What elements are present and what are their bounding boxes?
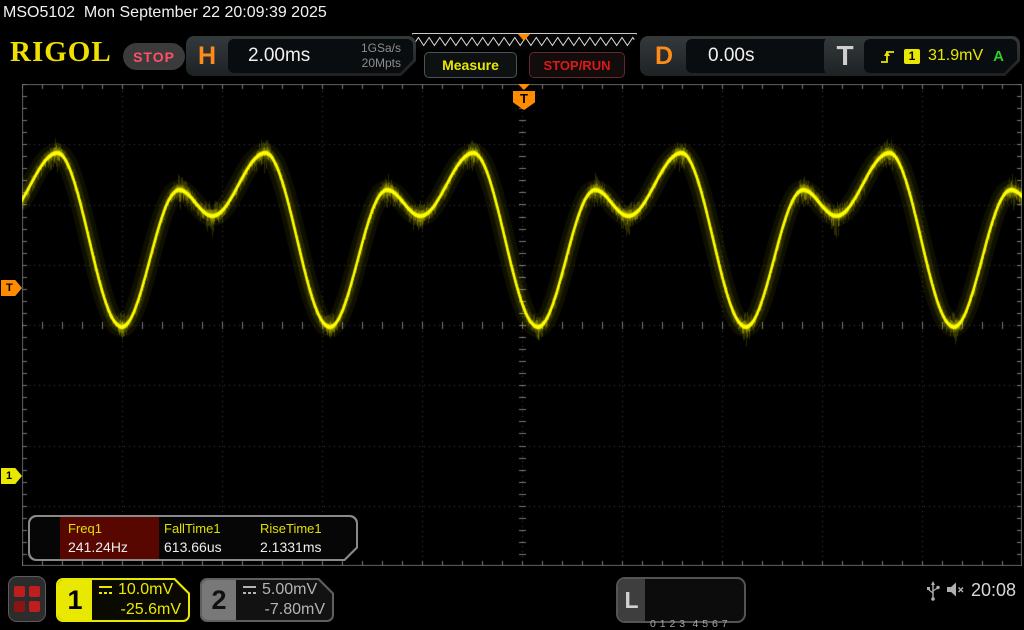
bottom-status-bar: 1 10.0mV -25.6mV 2 <box>0 566 1024 630</box>
preview-trigger-position-icon[interactable] <box>518 34 530 41</box>
measure-button-label: Measure <box>442 57 499 73</box>
rigol-logo: RIGOL <box>10 36 112 69</box>
delay-label: D <box>640 36 688 76</box>
channel2-scale: 5.00mV <box>262 581 317 599</box>
timebase-value: 2.00ms <box>248 45 310 67</box>
horizontal-panel-body: 2.00ms 1GSa/s 20Mpts <box>228 39 413 73</box>
model-and-datetime: MSO5102 Mon September 22 20:09:39 2025 <box>3 4 327 22</box>
digital-row-low: 0 1 2 3 4 5 6 7 <box>650 616 762 630</box>
measure-button[interactable]: Measure <box>424 52 517 78</box>
oscilloscope-screen: MSO5102 Mon September 22 20:09:39 2025 R… <box>0 0 1024 630</box>
logic-analyzer-badge[interactable]: L 0 1 2 3 4 5 6 7 8 9 10 11 12 13 14 15 <box>616 577 746 623</box>
channel1-scale: 10.0mV <box>118 581 173 599</box>
menu-grid-icon <box>14 586 25 597</box>
rising-edge-icon <box>880 47 896 65</box>
measurement-value: 613.66us <box>164 539 222 555</box>
menu-grid-icon <box>29 601 40 612</box>
measurement-results-body: Freq1 241.24Hz FallTime1 613.66us RiseTi… <box>30 517 356 559</box>
header-bar: RIGOL STOP H 2.00ms 1GSa/s 20Mpts Measur… <box>0 28 1024 84</box>
channel1-number-tab[interactable]: 1 <box>58 580 92 620</box>
horizontal-label: H <box>186 36 228 76</box>
measurement-item-risetime[interactable]: RiseTime1 2.1331ms <box>252 517 347 559</box>
stop-run-button[interactable]: STOP/RUN <box>529 52 625 78</box>
channel1-offset: -25.6mV <box>121 601 181 619</box>
channel2-badge[interactable]: 2 5.00mV -7.80mV <box>200 578 334 622</box>
acquisition-state-badge: STOP <box>123 43 185 70</box>
measurement-results-box[interactable]: Freq1 241.24Hz FallTime1 613.66us RiseTi… <box>28 515 358 561</box>
measurement-value: 241.24Hz <box>68 539 128 555</box>
acquisition-state-label: STOP <box>133 49 175 65</box>
channel2-offset: -7.80mV <box>265 601 325 619</box>
top-status-bar: MSO5102 Mon September 22 20:09:39 2025 <box>0 0 1024 28</box>
trigger-source-badge: 1 <box>904 49 920 64</box>
waveform-display-area: T 1 T Freq1 241.24Hz FallTime1 613.66us … <box>22 84 1022 566</box>
menu-grid-icon <box>14 601 25 612</box>
function-menu-button[interactable] <box>8 576 46 622</box>
measurement-label: Freq1 <box>68 521 102 536</box>
clock: 20:08 <box>971 580 1016 601</box>
sample-rate-block: 1GSa/s 20Mpts <box>361 41 401 71</box>
speaker-muted-icon[interactable] <box>946 581 966 599</box>
waveform-preview-bar[interactable] <box>412 33 637 50</box>
waveform-canvas <box>22 84 1022 566</box>
trigger-panel-body: 1 31.9mV A <box>864 39 1017 73</box>
menu-grid-icon <box>29 586 40 597</box>
trigger-position-arrow-icon[interactable] <box>518 84 530 90</box>
digital-channel-numbers: 0 1 2 3 4 5 6 7 8 9 10 11 12 13 14 15 <box>650 582 762 630</box>
channel1-badge[interactable]: 1 10.0mV -25.6mV <box>56 578 190 622</box>
measurement-label: FallTime1 <box>164 521 221 536</box>
measurement-label: RiseTime1 <box>260 521 322 536</box>
channel2-number-tab[interactable]: 2 <box>202 580 236 620</box>
channel2-values: 5.00mV -7.80mV <box>242 580 325 619</box>
channel1-values: 10.0mV -25.6mV <box>98 580 181 619</box>
trigger-label: T <box>824 36 866 76</box>
channel1-position-marker[interactable]: 1 <box>1 468 22 484</box>
horizontal-panel[interactable]: H 2.00ms 1GSa/s 20Mpts <box>186 36 416 76</box>
sample-rate: 1GSa/s <box>361 41 401 56</box>
trigger-mode: A <box>993 48 1004 65</box>
usb-icon <box>926 580 941 602</box>
dc-coupling-icon <box>98 585 113 596</box>
measurement-item-freq[interactable]: Freq1 241.24Hz <box>60 517 155 559</box>
memory-depth: 20Mpts <box>361 56 401 71</box>
logic-analyzer-tab: L <box>618 579 645 621</box>
trigger-panel[interactable]: T 1 31.9mV A <box>824 36 1020 76</box>
dc-coupling-icon <box>242 585 257 596</box>
delay-value: 0.00s <box>708 45 754 67</box>
measurement-value: 2.1331ms <box>260 539 321 555</box>
trigger-level-marker[interactable]: T <box>1 280 22 296</box>
measurement-item-falltime[interactable]: FallTime1 613.66us <box>156 517 251 559</box>
stop-run-button-label: STOP/RUN <box>544 58 611 73</box>
trigger-level-value: 31.9mV <box>928 47 983 65</box>
